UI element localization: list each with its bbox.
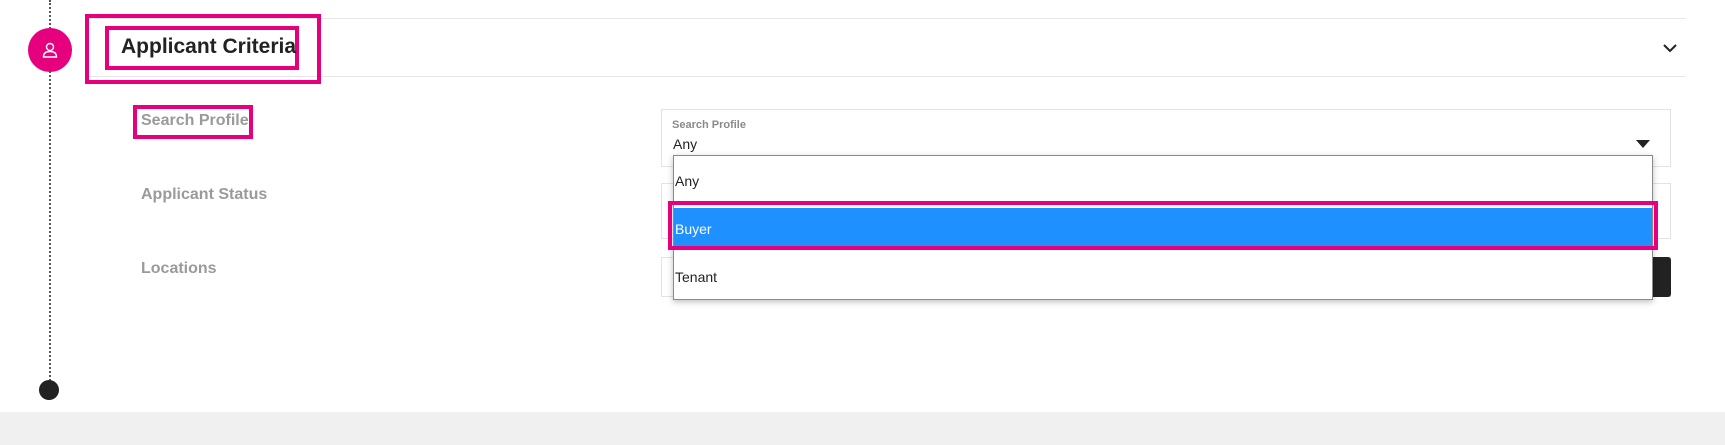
highlight-box — [668, 201, 1658, 250]
option-any[interactable]: Any — [674, 160, 1652, 202]
option-tenant[interactable]: Tenant — [674, 256, 1652, 298]
field-label: Search Profile — [672, 119, 746, 131]
footer-bar — [0, 412, 1725, 445]
user-icon — [42, 42, 58, 58]
applicant-status-label: Applicant Status — [141, 186, 268, 203]
locations-label: Locations — [141, 260, 217, 277]
caret-down-icon — [1636, 140, 1650, 148]
divider — [86, 18, 1686, 19]
timeline-end-dot — [39, 380, 59, 400]
section-title[interactable]: Applicant Criteria — [121, 35, 296, 59]
selected-value: Any — [673, 136, 698, 152]
search-profile-label: Search Profile — [141, 112, 249, 129]
divider — [86, 76, 1686, 77]
step-badge — [28, 28, 72, 72]
chevron-down-icon[interactable] — [1660, 38, 1680, 58]
locations-button[interactable] — [1652, 257, 1671, 297]
